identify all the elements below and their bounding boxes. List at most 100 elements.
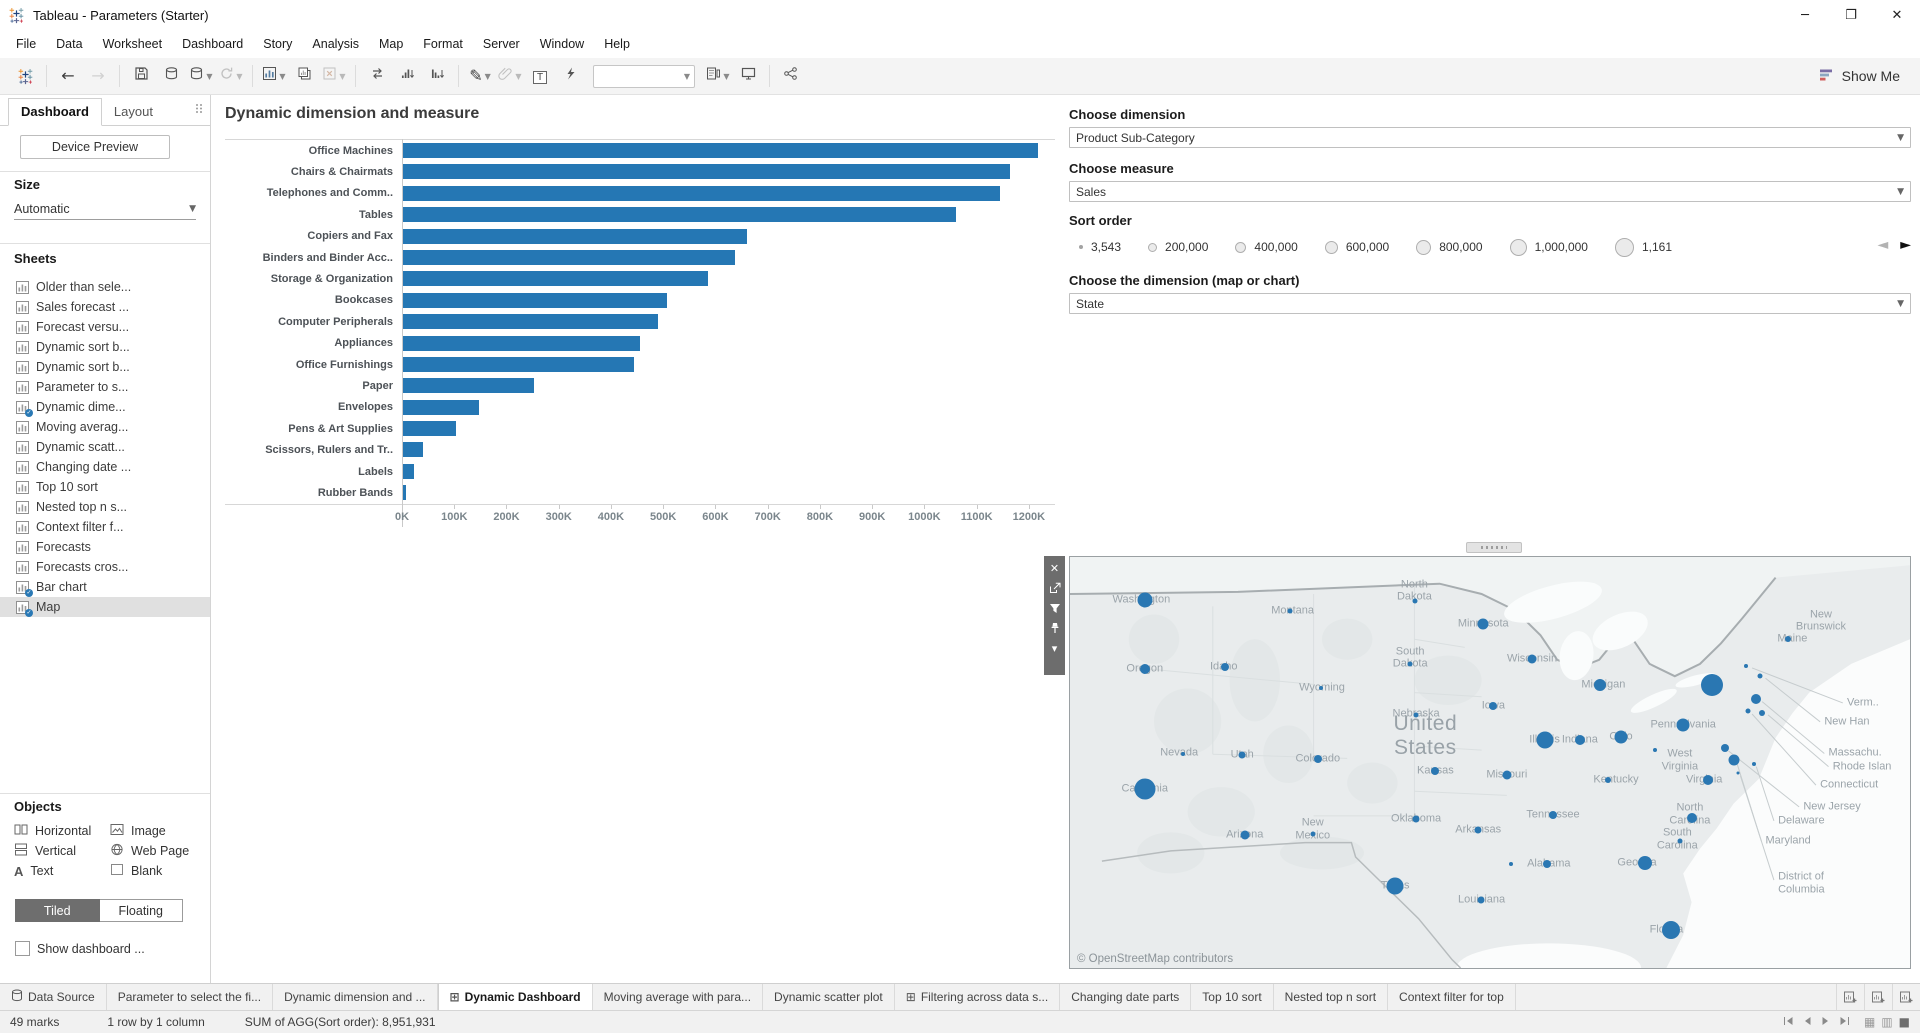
menu-item-help[interactable]: Help: [594, 30, 640, 58]
menu-item-server[interactable]: Server: [473, 30, 530, 58]
object-blank[interactable]: Blank: [110, 861, 202, 881]
sheet-tab-dynamic-dashboard[interactable]: ⊞Dynamic Dashboard: [438, 984, 593, 1010]
sheet-item-sales-forecast[interactable]: Sales forecast ...: [0, 297, 210, 317]
map-mark-montana[interactable]: [1288, 608, 1293, 613]
map-mark-new-jersey[interactable]: [1721, 744, 1729, 752]
highlight-button[interactable]: ✎▼: [466, 63, 494, 89]
bar-pens-art-supplies[interactable]: [402, 421, 456, 436]
map-mark-massachusetts[interactable]: [1751, 694, 1761, 704]
sheet-item-context-filter-f[interactable]: Context filter f...: [0, 517, 210, 537]
close-button[interactable]: ✕: [1874, 0, 1920, 30]
map-mark-colorado[interactable]: [1314, 755, 1322, 763]
map-mark-alabama[interactable]: [1543, 860, 1551, 868]
close-map-icon[interactable]: ✕: [1048, 561, 1062, 575]
fix-axes-button[interactable]: [556, 63, 584, 89]
map-mark-nebraska[interactable]: [1414, 712, 1419, 717]
map-mark-north-carolina[interactable]: [1687, 813, 1697, 823]
bar-computer-peripherals[interactable]: [402, 314, 658, 329]
bar-storage-organization[interactable]: [402, 271, 708, 286]
sheet-item-forecasts[interactable]: Forecasts: [0, 537, 210, 557]
map-mark-vermont[interactable]: [1744, 664, 1748, 668]
sheet-item-dynamic-sort-b[interactable]: Dynamic sort b...: [0, 337, 210, 357]
sheet-tab-top-10-sort[interactable]: Top 10 sort: [1191, 984, 1273, 1010]
tiled-button[interactable]: Tiled: [15, 899, 100, 922]
presentation-mode-button[interactable]: [734, 63, 762, 89]
map-mark-delaware[interactable]: [1752, 762, 1756, 766]
sheet-item-map[interactable]: ✓Map: [0, 597, 210, 617]
menu-item-data[interactable]: Data: [46, 30, 92, 58]
bar-chairs-chairmats[interactable]: [402, 164, 1010, 179]
menu-item-dashboard[interactable]: Dashboard: [172, 30, 253, 58]
sort-stop-400-000[interactable]: 400,000: [1235, 240, 1297, 254]
map-mark-pennsylvania[interactable]: [1677, 719, 1690, 732]
sheet-tab-parameter-to-select-the-fi[interactable]: Parameter to select the fi...: [107, 984, 273, 1010]
menu-item-format[interactable]: Format: [413, 30, 473, 58]
sheet-item-moving-averag[interactable]: Moving averag...: [0, 417, 210, 437]
last-sheet-button[interactable]: [1839, 1015, 1850, 1029]
sheet-tab-moving-average-with-para[interactable]: Moving average with para...: [593, 984, 763, 1010]
new-story-tab-button[interactable]: [1892, 984, 1920, 1010]
map-mark-michigan[interactable]: [1594, 679, 1606, 691]
menu-item-analysis[interactable]: Analysis: [302, 30, 369, 58]
sort-descending-button[interactable]: [423, 63, 451, 89]
duplicate-sheet-button[interactable]: [290, 63, 318, 89]
new-dashboard-tab-button[interactable]: [1864, 984, 1892, 1010]
sheet-item-changing-date[interactable]: Changing date ...: [0, 457, 210, 477]
sort-stop-600-000[interactable]: 600,000: [1325, 240, 1389, 254]
map-mark-mississippi[interactable]: [1509, 862, 1513, 866]
menu-item-map[interactable]: Map: [369, 30, 413, 58]
map-mark-new-york[interactable]: [1701, 674, 1723, 696]
sheet-tab-context-filter-for-top[interactable]: Context filter for top: [1388, 984, 1516, 1010]
map-mark-new-hampshire[interactable]: [1757, 674, 1762, 679]
show-sheet-icon[interactable]: ■: [1899, 1015, 1910, 1029]
map-zone-drag-handle[interactable]: [1466, 542, 1522, 553]
first-sheet-button[interactable]: [1783, 1015, 1794, 1029]
map-mark-illinois[interactable]: [1536, 731, 1553, 748]
map-mark-idaho[interactable]: [1221, 663, 1229, 671]
map-mark-north-dakota[interactable]: [1413, 598, 1418, 603]
map-mark-arizona[interactable]: [1240, 830, 1249, 839]
data-source-menu-button[interactable]: ▼: [187, 63, 215, 89]
object-vertical[interactable]: Vertical: [14, 841, 106, 861]
sort-stop-1-161[interactable]: 1,161: [1615, 238, 1672, 257]
map-mark-minnesota[interactable]: [1478, 618, 1489, 629]
object-image[interactable]: Image: [110, 821, 202, 841]
minimize-button[interactable]: ─: [1782, 0, 1828, 30]
map-mark-maryland[interactable]: [1728, 755, 1739, 766]
choose-dimension-dropdown[interactable]: Product Sub-Category▼: [1069, 127, 1911, 148]
map-mark-district-of-columbia[interactable]: [1736, 771, 1739, 774]
bar-envelopes[interactable]: [402, 400, 479, 415]
bar-binders-and-binder-acc[interactable]: [402, 250, 735, 265]
sheet-tab-nested-top-n-sort[interactable]: Nested top n sort: [1274, 984, 1388, 1010]
map-mark-virginia[interactable]: [1703, 775, 1713, 785]
map-mark-kentucky[interactable]: [1605, 777, 1611, 783]
show-mark-labels-button[interactable]: T: [526, 63, 554, 89]
map-mark-rhode-island[interactable]: [1759, 710, 1765, 716]
bar-telephones-and-comm[interactable]: [402, 186, 1000, 201]
sheet-item-dynamic-dime[interactable]: ✓Dynamic dime...: [0, 397, 210, 417]
choose-map-dimension-dropdown[interactable]: State▼: [1069, 293, 1911, 314]
map-mark-oregon[interactable]: [1140, 664, 1150, 674]
sheet-tab-dynamic-scatter-plot[interactable]: Dynamic scatter plot: [763, 984, 895, 1010]
sheet-item-nested-top-n-s[interactable]: Nested top n s...: [0, 497, 210, 517]
sheet-tab-filtering-across-data-s[interactable]: ⊞Filtering across data s...: [895, 984, 1060, 1010]
show-me-button[interactable]: Show Me: [1809, 62, 1910, 90]
map-mark-washington[interactable]: [1137, 593, 1152, 608]
bar-labels[interactable]: [402, 464, 414, 479]
filter-icon[interactable]: [1048, 601, 1062, 615]
previous-sheet-button[interactable]: [1803, 1015, 1812, 1029]
map-mark-wyoming[interactable]: [1319, 686, 1323, 690]
map-mark-arkansas[interactable]: [1475, 826, 1482, 833]
sheet-tab-changing-date-parts[interactable]: Changing date parts: [1060, 984, 1191, 1010]
map-mark-missouri[interactable]: [1502, 770, 1511, 779]
bar-office-furnishings[interactable]: [402, 357, 634, 372]
sidebar-tab-dashboard[interactable]: Dashboard: [8, 98, 102, 126]
share-button[interactable]: [777, 63, 805, 89]
new-worksheet-button[interactable]: ▼: [260, 63, 288, 89]
map-mark-west-virginia[interactable]: [1653, 748, 1657, 752]
size-dropdown[interactable]: Automatic▼: [14, 199, 196, 220]
toolbar-combo[interactable]: ▼: [593, 65, 695, 88]
sheet-item-bar-chart[interactable]: ✓Bar chart: [0, 577, 210, 597]
map-mark-south-carolina[interactable]: [1677, 838, 1682, 843]
sidebar-tab-layout[interactable]: Layout: [102, 99, 165, 125]
